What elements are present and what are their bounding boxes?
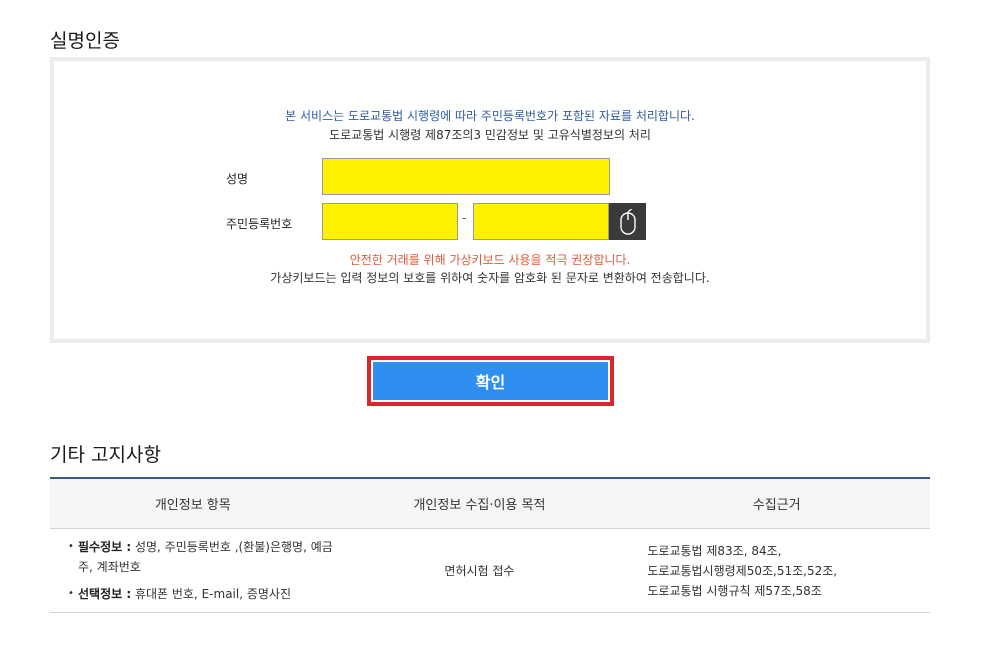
virtual-keyboard-button[interactable] (609, 203, 646, 240)
rrn-front-input[interactable] (322, 203, 458, 240)
basis-line: 도로교통법 제83조, 84조, (647, 543, 782, 558)
rrn-back-input[interactable] (473, 203, 609, 240)
basis-line: 도로교통법 시행규칙 제57조,58조 (647, 583, 822, 598)
optional-info-text: 휴대폰 번호, E-mail, 증명사진 (131, 587, 292, 601)
list-item: 선택정보 : 휴대폰 번호, E-mail, 증명사진 (68, 584, 336, 604)
auth-panel: 본 서비스는 도로교통법 시행령에 따라 주민등록번호가 포함된 자료를 처리합… (50, 57, 930, 343)
service-notice: 본 서비스는 도로교통법 시행령에 따라 주민등록번호가 포함된 자료를 처리합… (285, 109, 695, 123)
column-header-purpose: 개인정보 수집·이용 목적 (335, 477, 624, 529)
confirm-button-highlight: 확인 (367, 356, 614, 406)
basis-line: 도로교통법시행령제50조,51조,52조, (647, 563, 838, 578)
purpose-cell: 면허시험 접수 (335, 528, 624, 613)
rrn-label: 주민등록번호 (226, 217, 293, 231)
column-header-items: 개인정보 항목 (50, 477, 336, 529)
virtual-keyboard-recommend-notice: 안전한 거래를 위해 가상키보드 사용을 적극 권장합니다. (349, 253, 631, 267)
name-label: 성명 (226, 172, 249, 186)
optional-info-label: 선택정보 : (78, 587, 132, 601)
mouse-icon (619, 208, 636, 235)
list-item: 필수정보 : 성명, 주민등록번호 ,(환불)은행명, 예금주, 계좌번호 (68, 537, 336, 577)
privacy-items-cell: 필수정보 : 성명, 주민등록번호 ,(환불)은행명, 예금주, 계좌번호 선택… (50, 528, 336, 613)
other-notices-title: 기타 고지사항 (50, 444, 161, 466)
column-header-basis: 수집근거 (623, 477, 930, 529)
table-row: 필수정보 : 성명, 주민등록번호 ,(환불)은행명, 예금주, 계좌번호 선택… (50, 528, 930, 613)
legal-basis-notice: 도로교통법 시행령 제87조의3 민감정보 및 고유식별정보의 처리 (329, 128, 651, 142)
rrn-separator: - (462, 211, 467, 225)
basis-cell: 도로교통법 제83조, 84조, 도로교통법시행령제50조,51조,52조, 도… (623, 528, 930, 613)
privacy-items-list: 필수정보 : 성명, 주민등록번호 ,(환불)은행명, 예금주, 계좌번호 선택… (50, 529, 336, 612)
auth-section-title: 실명인증 (50, 30, 120, 52)
virtual-keyboard-encryption-notice: 가상키보드는 입력 정보의 보호를 위하여 숫자를 암호화 된 문자로 변환하여… (270, 271, 710, 285)
required-info-label: 필수정보 : (78, 540, 132, 554)
confirm-button[interactable]: 확인 (373, 362, 608, 400)
table-header-row: 개인정보 항목 개인정보 수집·이용 목적 수집근거 (50, 477, 930, 529)
privacy-notice-table: 개인정보 항목 개인정보 수집·이용 목적 수집근거 필수정보 : 성명, 주민… (50, 477, 930, 613)
name-input[interactable] (322, 158, 610, 195)
